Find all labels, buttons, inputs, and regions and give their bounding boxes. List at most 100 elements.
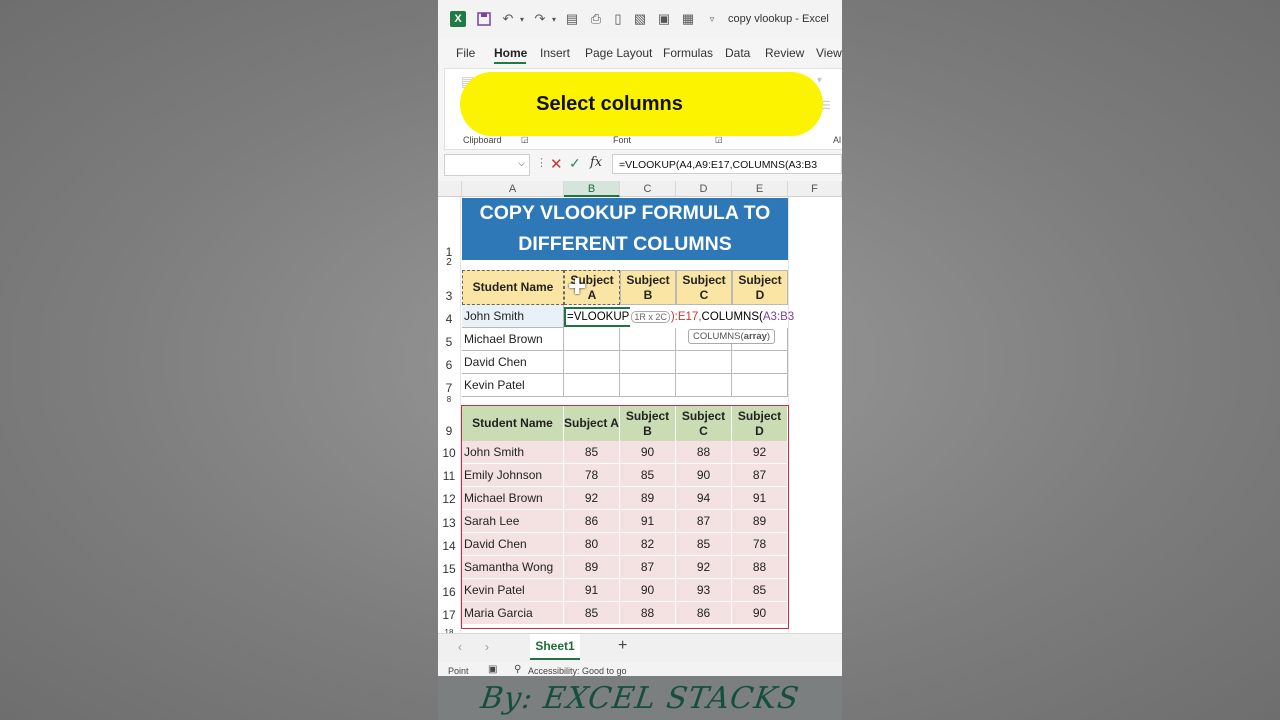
t2-score[interactable]: 89 (732, 510, 788, 533)
t2-score[interactable]: 91 (620, 510, 676, 533)
redo-dropdown-icon[interactable]: ▾ (546, 11, 562, 27)
row-header-9[interactable]: 9 (438, 424, 460, 438)
t2-score[interactable]: 87 (732, 464, 788, 487)
undo-dropdown-icon[interactable]: ▾ (514, 11, 530, 27)
cell[interactable] (620, 328, 676, 351)
t2-score[interactable]: 94 (676, 487, 732, 510)
chevron-down-icon[interactable]: ⌵ (518, 158, 525, 169)
t2-score[interactable]: 88 (620, 602, 676, 625)
cell[interactable] (732, 374, 788, 397)
font-launcher-icon[interactable]: ◲ (715, 135, 723, 144)
t2-name[interactable]: Maria Garcia (462, 602, 564, 625)
tab-home[interactable]: Home (494, 46, 527, 60)
row-header-17[interactable]: 17 (438, 608, 460, 622)
t1-header-subject-c[interactable]: Subject C (676, 270, 732, 305)
function-tooltip[interactable]: COLUMNS(array) (688, 329, 776, 344)
dropdown-icon[interactable]: ▾ (817, 75, 822, 86)
row-header-2[interactable]: 2 (438, 257, 460, 268)
cell[interactable] (564, 328, 620, 351)
t2-header-subject-b[interactable]: Subject B (620, 406, 676, 441)
t2-score[interactable]: 87 (620, 556, 676, 579)
t2-score[interactable]: 85 (564, 602, 620, 625)
t2-score[interactable]: 91 (732, 487, 788, 510)
accessibility-icon[interactable]: ⚲ (514, 664, 521, 675)
t2-header-subject-a[interactable]: Subject A (564, 406, 620, 441)
macro-record-icon[interactable]: ▣ (488, 664, 497, 675)
t2-score[interactable]: 87 (676, 510, 732, 533)
row-header-14[interactable]: 14 (438, 539, 460, 553)
row-header-5[interactable]: 5 (438, 335, 460, 349)
t2-name[interactable]: Samantha Wong (462, 556, 564, 579)
t1-name-john-smith[interactable]: John Smith (462, 305, 564, 328)
active-cell-editor[interactable]: =VLOOKUP 1R x 2C ):E17, COLUMNS( A3:B3 (564, 305, 794, 328)
row-header-13[interactable]: 13 (438, 516, 460, 530)
export-icon[interactable]: ▧ (632, 11, 648, 27)
t2-score[interactable]: 85 (676, 533, 732, 556)
row-header-6[interactable]: 6 (438, 358, 460, 372)
cell[interactable] (620, 351, 676, 374)
select-all-corner[interactable] (438, 181, 462, 197)
t1-header-subject-b[interactable]: Subject B (620, 270, 676, 305)
sheet-tab-sheet1[interactable]: Sheet1 (530, 634, 580, 660)
col-header-f[interactable]: F (788, 181, 842, 197)
t2-score[interactable]: 88 (732, 556, 788, 579)
table-icon[interactable]: ▦ (680, 11, 696, 27)
clipboard-icon[interactable]: ▤ (564, 11, 580, 27)
document-icon[interactable]: ▯ (610, 11, 626, 27)
t2-score[interactable]: 80 (564, 533, 620, 556)
cell[interactable] (564, 374, 620, 397)
t2-score[interactable]: 82 (620, 533, 676, 556)
t2-name[interactable]: John Smith (462, 441, 564, 464)
clipboard-launcher-icon[interactable]: ◲ (521, 135, 529, 144)
row-header-12[interactable]: 12 (438, 492, 460, 506)
t1-header-name[interactable]: Student Name (462, 270, 564, 305)
cell[interactable] (564, 351, 620, 374)
t2-name[interactable]: Michael Brown (462, 487, 564, 510)
t2-score[interactable]: 93 (676, 579, 732, 602)
col-header-e[interactable]: E (732, 181, 788, 197)
t2-score[interactable]: 85 (732, 579, 788, 602)
t2-header-name[interactable]: Student Name (462, 406, 564, 441)
t2-score[interactable]: 86 (564, 510, 620, 533)
row-header-4[interactable]: 4 (438, 312, 460, 326)
t2-score[interactable]: 88 (676, 441, 732, 464)
row-header-15[interactable]: 15 (438, 562, 460, 576)
t2-score[interactable]: 92 (564, 487, 620, 510)
t2-score[interactable]: 90 (620, 441, 676, 464)
chevron-left-icon[interactable]: ‹ (458, 640, 462, 654)
row-header-16[interactable]: 16 (438, 585, 460, 599)
tab-review[interactable]: Review (765, 46, 804, 60)
t1-name-michael-brown[interactable]: Michael Brown (462, 328, 564, 351)
t2-score[interactable]: 92 (676, 556, 732, 579)
t2-score[interactable]: 89 (620, 487, 676, 510)
enter-icon[interactable]: ✓ (569, 155, 581, 172)
t1-header-subject-d[interactable]: Subject D (732, 270, 788, 305)
t2-score[interactable]: 92 (732, 441, 788, 464)
print-icon[interactable]: ⎙ (588, 11, 604, 27)
row-header-8[interactable]: 8 (438, 395, 460, 404)
tab-data[interactable]: Data (725, 46, 750, 60)
cell[interactable] (676, 374, 732, 397)
form-icon[interactable]: ▣ (656, 11, 672, 27)
accessibility-status[interactable]: Accessibility: Good to go (528, 666, 627, 676)
t1-name-david-chen[interactable]: David Chen (462, 351, 564, 374)
tab-page-layout[interactable]: Page Layout (585, 46, 652, 60)
t2-score[interactable]: 78 (732, 533, 788, 556)
tab-file[interactable]: File (456, 46, 475, 60)
name-box[interactable]: ⌵ (444, 154, 530, 176)
row-header-11[interactable]: 11 (438, 469, 460, 483)
t2-score[interactable]: 90 (732, 602, 788, 625)
t2-score[interactable]: 78 (564, 464, 620, 487)
worksheet-grid[interactable]: A B C D E F 1 2 3 4 5 6 7 8 9 10 11 12 1… (438, 181, 842, 633)
col-header-b[interactable]: B (564, 181, 620, 197)
t2-name[interactable]: David Chen (462, 533, 564, 556)
t2-score[interactable]: 90 (620, 579, 676, 602)
t1-name-kevin-patel[interactable]: Kevin Patel (462, 374, 564, 397)
cell[interactable] (620, 374, 676, 397)
col-header-c[interactable]: C (620, 181, 676, 197)
cancel-icon[interactable]: ✕ (550, 155, 563, 173)
more-options-icon[interactable]: ⋮ (536, 156, 547, 169)
tab-insert[interactable]: Insert (540, 46, 570, 60)
t2-name[interactable]: Sarah Lee (462, 510, 564, 533)
t2-score[interactable]: 90 (676, 464, 732, 487)
